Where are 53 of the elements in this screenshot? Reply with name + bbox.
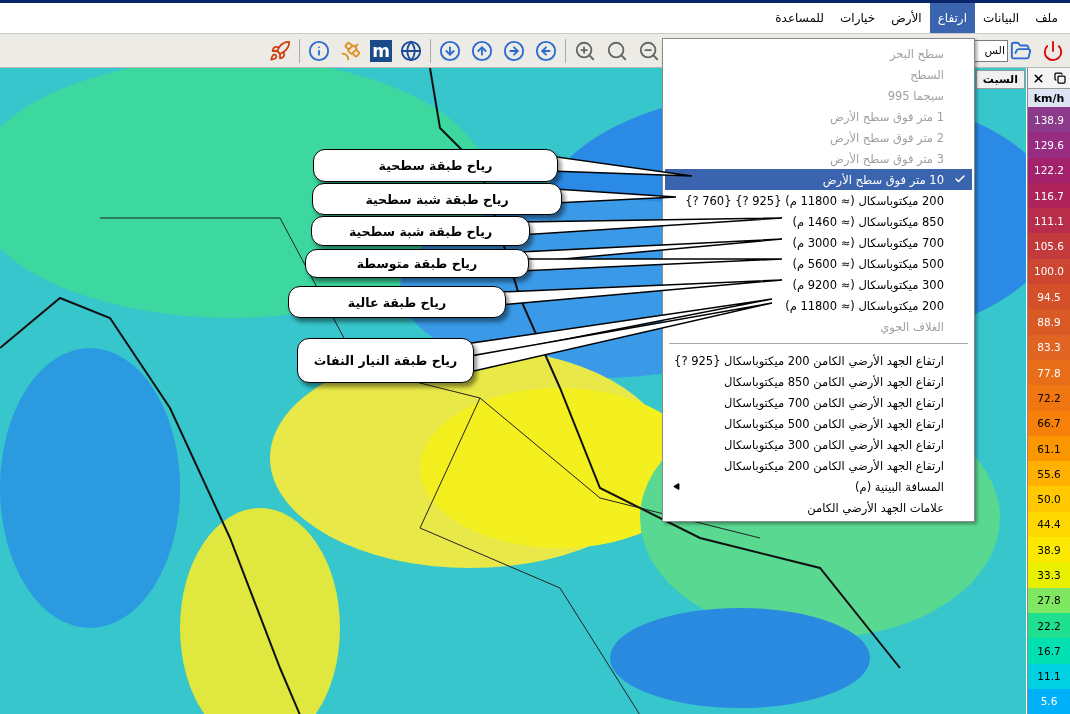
legend-step: 72.2 <box>1028 385 1070 411</box>
menu-item[interactable]: الأرض <box>883 3 930 33</box>
menu-option[interactable]: المسافة البينية (م) <box>665 476 972 497</box>
input-field[interactable]: الس <box>974 39 1008 62</box>
menu-option[interactable]: 300 ميكتوباسكال (≈ 9200 م) <box>786 274 972 295</box>
legend-step: 33.3 <box>1028 562 1070 588</box>
legend-step: 77.8 <box>1028 359 1070 386</box>
menu-option[interactable]: 500 ميكتوباسكال (≈ 5600 م) <box>786 253 972 274</box>
legend-step: 122.2 <box>1028 157 1070 183</box>
legend-step: 61.1 <box>1028 435 1070 462</box>
menu-item[interactable]: ارتفاع <box>929 3 975 33</box>
legend-step: 16.7 <box>1028 638 1070 664</box>
legend-step: 11.1 <box>1028 663 1070 689</box>
panel-tab[interactable]: السبت <box>975 70 1025 89</box>
legend-step: 44.4 <box>1028 511 1070 538</box>
legend-step: 83.3 <box>1028 334 1070 360</box>
menu-option[interactable]: 200 ميكتوباسكال (≈ 11800 م) {925 ?} {760 ?} <box>679 190 972 211</box>
menu-option[interactable]: ارتفاع الجهد الأرضي الكامن 700 ميكتوباسكال <box>718 392 972 413</box>
legend-step: 94.5 <box>1028 284 1070 310</box>
callout: رياح طبقة شبة سطحية <box>311 216 530 246</box>
legend-step: 129.6 <box>1028 132 1070 158</box>
legend-step: 116.7 <box>1028 182 1070 209</box>
menu-option[interactable]: ارتفاع الجهد الأرضي الكامن 200 ميكتوباسكال {925 ?} <box>668 350 972 371</box>
legend-step: 105.6 <box>1028 233 1070 259</box>
menu-item[interactable]: للمساعدة <box>767 3 832 33</box>
legend-step: 55.6 <box>1028 461 1070 487</box>
menu-item[interactable]: البيانات <box>975 3 1028 33</box>
legend-step: 138.9 <box>1028 107 1070 133</box>
legend-step: 22.2 <box>1028 612 1070 639</box>
menu-item[interactable]: ملف <box>1027 3 1066 33</box>
callout: رياح طبقة النيار النفاث <box>297 338 474 383</box>
menu-option[interactable]: 700 ميكتوباسكال (≈ 3000 م) <box>786 232 972 253</box>
legend-step: 5.6 <box>1028 688 1070 714</box>
menu-option[interactable]: 10 متر فوق سطح الأرض <box>665 169 972 190</box>
logo-button[interactable]: m <box>370 39 392 62</box>
legend-step: 88.9 <box>1028 309 1070 335</box>
legend-step: 111.1 <box>1028 208 1070 234</box>
legend-step: 66.7 <box>1028 410 1070 436</box>
menu-option[interactable]: ارتفاع الجهد الأرضي الكامن 200 ميكتوباسكال <box>718 455 972 476</box>
menu-option[interactable]: 850 ميكتوباسكال (≈ 1460 م) <box>786 211 972 232</box>
legend-unit: km/h <box>1028 89 1070 107</box>
menu-option[interactable]: ارتفاع الجهد الأرضي الكامن 500 ميكتوباسكال <box>718 413 972 434</box>
callout: رياح طبقة متوسطة <box>305 249 529 278</box>
menu-option[interactable]: ارتفاع الجهد الأرضي الكامن 850 ميكتوباسكال <box>718 371 972 392</box>
menu-option[interactable]: 200 ميكتوباسكال (≈ 11800 م) <box>779 295 972 316</box>
legend-step: 27.8 <box>1028 587 1070 613</box>
legend-step: 100.0 <box>1028 258 1070 285</box>
menu-option[interactable]: ارتفاع الجهد الأرضي الكامن 300 ميكتوباسكال <box>718 434 972 455</box>
menu-option[interactable]: علامات الجهد الأرضي الكامن <box>801 497 972 518</box>
legend-step: 50.0 <box>1028 486 1070 512</box>
callout: رياح طبقة عالية <box>288 286 506 318</box>
legend-step: 38.9 <box>1028 537 1070 563</box>
menu-item[interactable]: خيارات <box>832 3 884 33</box>
